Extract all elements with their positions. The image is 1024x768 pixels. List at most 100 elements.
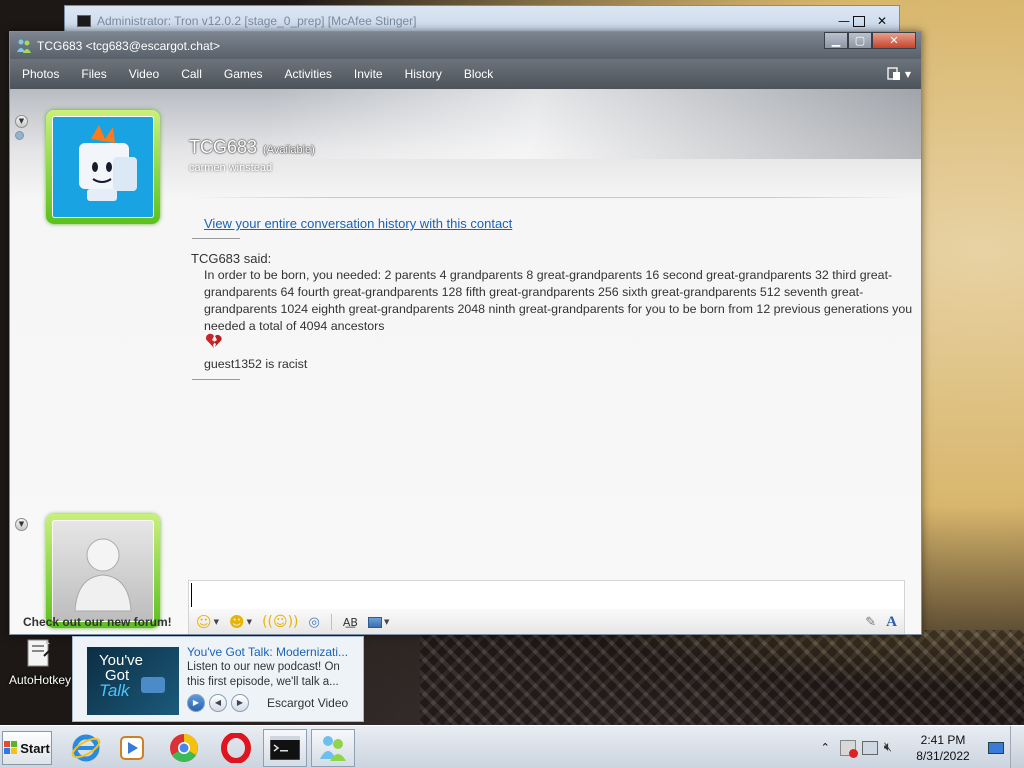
windows-flag-icon — [4, 741, 18, 754]
start-button[interactable]: Start — [2, 731, 52, 765]
default-user-icon — [74, 538, 132, 612]
taskbar-chrome[interactable] — [162, 729, 206, 767]
conversation-window: TCG683 <tcg683@escargot.chat> ▁ ▢ ✕ Phot… — [9, 31, 922, 635]
forum-link[interactable]: Check out our new forum! — [23, 615, 172, 629]
console-titlebar: Administrator: Tron v12.0.2 [stage_0_pre… — [77, 12, 417, 30]
error-badge-icon — [848, 748, 858, 758]
message-text: In order to be born, you needed: 2 paren… — [204, 268, 913, 333]
message-compose-area: ☺ ▼ ☻ ▼ ((☺)) ◎ A͟B ▼ ✎ A — [188, 580, 905, 634]
contact-personal-message: carmen winstead — [189, 162, 273, 174]
podcast-thumbnail[interactable]: You've Got Talk — [87, 647, 179, 715]
user-display-picture — [52, 520, 154, 622]
contact-status: (Available) — [263, 144, 315, 156]
background-pattern — [420, 630, 1024, 726]
autohotkey-icon — [27, 639, 53, 667]
voice-clip-icon: ◎ — [308, 614, 320, 630]
menu-video[interactable]: Video — [118, 59, 170, 89]
background-picker-button[interactable]: ▼ — [365, 612, 392, 632]
menu-block[interactable]: Block — [453, 59, 504, 89]
handwriting-button[interactable]: ✎ — [862, 612, 879, 632]
messenger-icon — [320, 736, 346, 761]
compose-toolbar: ☺ ▼ ☻ ▼ ((☺)) ◎ A͟B ▼ ✎ A — [189, 609, 904, 634]
window-controls: ▁ ▢ ✕ — [824, 32, 916, 49]
voice-clip-button[interactable]: ◎ — [306, 612, 323, 632]
broken-heart-icon — [206, 333, 222, 348]
menu-activities[interactable]: Activities — [274, 59, 343, 89]
menu-history[interactable]: History — [394, 59, 453, 89]
taskbar-internet-explorer[interactable] — [64, 729, 108, 767]
dropdown-arrow-icon: ▼ — [213, 618, 220, 626]
ad-panel[interactable]: You've Got Talk You've Got Talk: Moderni… — [72, 636, 364, 722]
sender-line: TCG683 said: — [191, 251, 272, 266]
contact-display-picture — [52, 116, 154, 218]
message-text-2: guest1352 is racist — [204, 357, 308, 371]
conversation-pane: ▼ TCG683 (Available) carmen winstead Vie… — [10, 89, 921, 634]
wink-picker-button[interactable]: ☻ ▼ — [226, 612, 255, 632]
menu-call[interactable]: Call — [170, 59, 213, 89]
next-button[interactable]: ▶ — [231, 694, 249, 712]
message-input[interactable] — [191, 583, 901, 607]
clock-date: 8/31/2022 — [916, 748, 970, 763]
collapse-user-pane-button[interactable]: ▼ — [15, 518, 28, 531]
window-title: TCG683 <tcg683@escargot.chat> — [37, 38, 220, 53]
taskbar-opera[interactable] — [214, 729, 258, 767]
message-divider — [192, 238, 240, 239]
notification-icon[interactable] — [988, 741, 1004, 754]
contact-avatar[interactable] — [46, 110, 160, 224]
nudge-button[interactable]: ((☺)) — [259, 612, 301, 632]
menu-files[interactable]: Files — [70, 59, 117, 89]
show-desktop-button[interactable] — [1010, 726, 1024, 768]
console-close-button[interactable]: ✕ — [873, 14, 891, 30]
system-clock[interactable]: 2:41 PM 8/31/2022 — [900, 732, 986, 764]
menu-photos[interactable]: Photos — [11, 59, 70, 89]
action-center-icon[interactable] — [839, 739, 858, 758]
spell-check-icon: A͟B — [342, 615, 358, 629]
window-titlebar[interactable]: TCG683 <tcg683@escargot.chat> ▁ ▢ ✕ — [10, 32, 921, 59]
thumbnail-text-3: Talk — [99, 681, 130, 700]
show-hidden-icons-button[interactable]: ⌃ — [821, 741, 830, 754]
layout-icon — [887, 67, 900, 80]
menu-games[interactable]: Games — [213, 59, 274, 89]
contact-name: TCG683 (Available) — [189, 137, 315, 157]
dropdown-arrow-icon: ▼ — [904, 69, 911, 79]
console-maximize-button[interactable] — [853, 16, 865, 27]
messenger-buddy-icon — [16, 38, 32, 54]
wink-icon: ☻ — [229, 613, 245, 631]
emoticon-picker-button[interactable]: ☺ ▼ — [193, 612, 222, 632]
ad-title[interactable]: You've Got Talk: Modernizati... — [187, 645, 357, 659]
close-button[interactable]: ✕ — [872, 32, 916, 49]
header-decoration — [270, 89, 921, 159]
dropdown-arrow-icon: ▼ — [383, 618, 390, 626]
collapse-contact-pane-button[interactable]: ▼ — [15, 115, 28, 128]
network-icon[interactable] — [861, 740, 878, 755]
compose-toolbar-right: ✎ A — [862, 612, 900, 632]
taskbar-command-prompt[interactable] — [263, 729, 307, 767]
header-divider — [192, 197, 910, 198]
robot-mascot-icon — [53, 117, 153, 217]
taskbar: Start ⌃ 🔇︎ 2:41 PM 8/31/2022 — [0, 725, 1024, 768]
menu-bar: Photos Files Video Call Games Activities… — [10, 59, 921, 89]
user-avatar[interactable] — [46, 514, 160, 628]
play-button[interactable]: ▶ — [187, 694, 205, 712]
chrome-icon — [170, 734, 198, 762]
command-prompt-icon — [270, 736, 300, 760]
volume-muted-icon[interactable]: 🔇︎ — [884, 740, 892, 755]
conversation-history-link[interactable]: View your entire conversation history wi… — [204, 216, 512, 231]
layout-options-button[interactable]: ▼ — [887, 67, 911, 81]
minimize-button[interactable]: ▁ — [824, 32, 848, 49]
font-button[interactable]: A — [883, 612, 900, 632]
maximize-button[interactable]: ▢ — [848, 32, 872, 49]
autohotkey-label: AutoHotkey — [8, 673, 72, 687]
taskbar-media-player[interactable] — [110, 729, 154, 767]
font-icon: A — [886, 613, 897, 630]
previous-button[interactable]: ◀ — [209, 694, 227, 712]
podcast-icon — [141, 677, 165, 693]
taskbar-messenger[interactable] — [311, 729, 355, 767]
console-minimize-button[interactable]: — — [835, 14, 853, 30]
menu-invite[interactable]: Invite — [343, 59, 394, 89]
contact-indicator-icon — [15, 131, 24, 140]
start-label: Start — [20, 740, 50, 756]
spell-check-button[interactable]: A͟B — [340, 612, 361, 632]
autohotkey-desktop-icon[interactable]: AutoHotkey — [5, 638, 75, 687]
smiley-icon: ☺ — [196, 613, 212, 631]
